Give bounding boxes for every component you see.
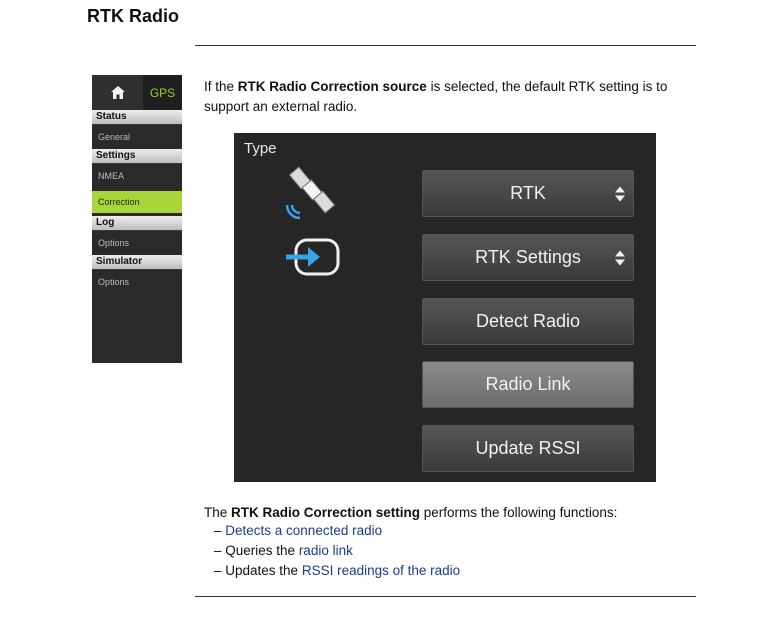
- functions-text-bold: RTK Radio Correction setting: [231, 505, 421, 520]
- section-log: Log: [92, 216, 182, 230]
- list-item: – Updates the RSSI readings of the radio: [214, 563, 461, 578]
- rtk-select-label: RTK: [510, 183, 546, 203]
- section-status: Status: [92, 110, 182, 124]
- menu-item-simulator-options[interactable]: Options: [92, 269, 182, 294]
- intro-paragraph: If the RTK Radio Correction source is se…: [204, 77, 694, 116]
- functions-text-post: performs the following functions:: [420, 505, 618, 520]
- update-rssi-button[interactable]: Update RSSI: [422, 425, 634, 472]
- menu-item-correction[interactable]: Correction: [92, 191, 182, 213]
- rtk-settings-label: RTK Settings: [475, 247, 581, 267]
- section-simulator: Simulator: [92, 255, 182, 269]
- menu-item-log-options[interactable]: Options: [92, 230, 182, 255]
- intro-text-bold: RTK Radio Correction source: [237, 79, 427, 94]
- gps-tab-bar: GPS: [92, 75, 182, 110]
- intro-text-pre: If the: [204, 79, 238, 94]
- radio-link-button[interactable]: Radio Link: [422, 361, 634, 408]
- rtk-select-button[interactable]: RTK: [422, 170, 634, 217]
- gps-menu-screenshot: GPS Status General Settings NMEA Correct…: [92, 75, 182, 363]
- up-down-arrows-icon: [615, 186, 625, 201]
- functions-paragraph: The RTK Radio Correction setting perform…: [204, 503, 684, 523]
- page-title: RTK Radio: [87, 6, 179, 26]
- functions-text-pre: The: [204, 505, 232, 520]
- home-tab[interactable]: [92, 75, 143, 110]
- gps-tab[interactable]: GPS: [143, 75, 182, 110]
- satellite-icon: [285, 166, 336, 220]
- link-radio-link[interactable]: radio link: [299, 543, 353, 558]
- radio-input-icon: [286, 238, 340, 276]
- rtk-device-screenshot: Type RTK RTK Settings Detect Radio Radio…: [234, 133, 656, 482]
- detect-radio-button[interactable]: Detect Radio: [422, 298, 634, 345]
- section-settings: Settings: [92, 149, 182, 163]
- menu-item-nmea[interactable]: NMEA: [92, 163, 182, 188]
- link-detects-radio[interactable]: Detects a connected radio: [225, 523, 382, 538]
- list-item: – Queries the radio link: [214, 543, 353, 558]
- rtk-settings-button[interactable]: RTK Settings: [422, 234, 634, 281]
- menu-item-general[interactable]: General: [92, 124, 182, 149]
- functions-list: – Detects a connected radio – Queries th…: [214, 521, 460, 581]
- top-divider: [195, 45, 696, 46]
- up-down-arrows-icon: [615, 250, 625, 265]
- type-label: Type: [244, 140, 277, 157]
- home-icon: [110, 86, 125, 99]
- list-item: – Detects a connected radio: [214, 523, 383, 538]
- link-rssi-readings[interactable]: RSSI readings of the radio: [302, 563, 460, 578]
- bottom-divider: [195, 596, 696, 597]
